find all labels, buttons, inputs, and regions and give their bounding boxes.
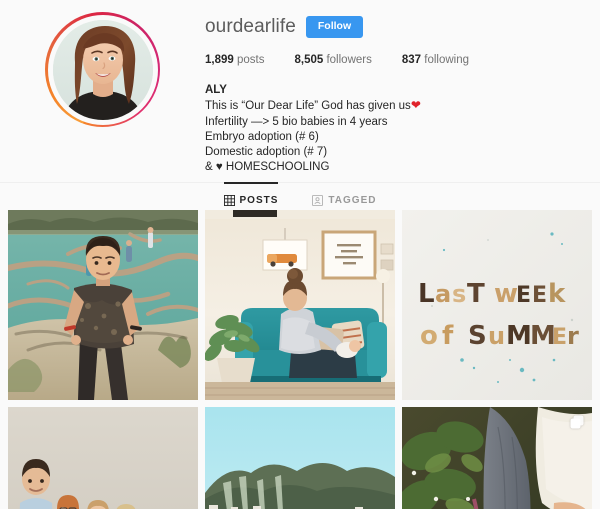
post-grid: L a s T w E E k o f S u M M E r [8,210,592,509]
svg-text:r: r [567,322,579,350]
stat-following-label: following [424,54,469,66]
svg-text:u: u [488,322,505,350]
svg-text:E: E [532,283,547,308]
avatar-image [52,19,153,120]
username-row: ourdearlife Follow [205,14,584,40]
stat-posts[interactable]: 1,899 posts [205,54,264,66]
tag-person-icon [312,195,324,206]
profile-tabbar: POSTS TAGGED [0,182,600,212]
instagram-profile-page: ourdearlife Follow 1,899 posts 8,505 fol… [0,0,600,509]
post-cell-5[interactable] [205,407,395,509]
svg-text:T: T [467,279,485,309]
bio-line-2: Infertility —> 5 bio babies in 4 years [205,115,388,128]
overlay-text-line1: L [418,279,436,309]
bio-display-name: ALY [205,84,227,96]
profile-stats: 1,899 posts 8,505 followers 837 followin… [205,54,584,66]
stat-following-value: 837 [401,54,422,66]
story-ring[interactable] [45,12,160,127]
post-cell-6[interactable] [402,407,592,509]
tab-posts-label: POSTS [239,195,279,206]
avatar-column [0,8,205,180]
stat-followers-label: followers [326,54,372,66]
tab-tagged[interactable]: TAGGED [312,183,376,206]
profile-bio: ALY This is “Our Dear Life” God has give… [205,83,584,176]
post-image-5 [205,407,395,509]
post-image-6 [402,407,592,509]
post-image-3: L a s T w E E k o f S u M M E r [402,210,592,400]
svg-text:k: k [548,279,566,309]
svg-text:E: E [516,283,531,308]
profile-username: ourdearlife [205,16,296,37]
stat-following[interactable]: 837 following [402,54,469,66]
svg-text:f: f [442,321,454,351]
post-cell-2[interactable] [205,210,395,400]
grid-icon [223,195,235,206]
bio-line-3: Embryo adoption (# 6) [205,130,319,143]
avatar[interactable] [52,19,153,120]
svg-text:M: M [506,321,532,351]
svg-text:S: S [468,321,487,351]
svg-text:E: E [552,325,567,350]
stat-posts-value: 1,899 [205,54,234,66]
profile-info: ourdearlife Follow 1,899 posts 8,505 fol… [205,8,600,180]
follow-button[interactable]: Follow [305,16,364,38]
svg-text:w: w [494,279,518,309]
svg-text:o: o [420,321,438,351]
bio-line-1: This is “Our Dear Life” God has given us… [205,98,584,114]
post-cell-4[interactable] [8,407,198,509]
bio-line-4: Domestic adoption (# 7) [205,146,328,159]
carousel-icon [569,414,585,430]
svg-text:s: s [452,280,466,308]
tab-posts[interactable]: POSTS [223,182,279,206]
post-cell-1[interactable] [8,210,198,400]
bio-line-5: & ♥ HOMESCHOOLING [205,161,330,174]
heart-emoji: ❤ [410,98,421,113]
bio-line-1-text: This is “Our Dear Life” God has given us [205,100,411,113]
tab-tagged-label: TAGGED [328,195,377,206]
stat-followers[interactable]: 8,505 followers [294,54,371,66]
post-image-4 [8,407,198,509]
profile-header: ourdearlife Follow 1,899 posts 8,505 fol… [0,0,600,180]
post-cell-3[interactable]: L a s T w E E k o f S u M M E r [402,210,592,400]
post-image-2 [205,210,395,400]
stat-followers-value: 8,505 [294,54,324,66]
stat-posts-label: posts [236,54,265,66]
post-image-1 [8,210,198,400]
svg-text:a: a [435,280,451,308]
